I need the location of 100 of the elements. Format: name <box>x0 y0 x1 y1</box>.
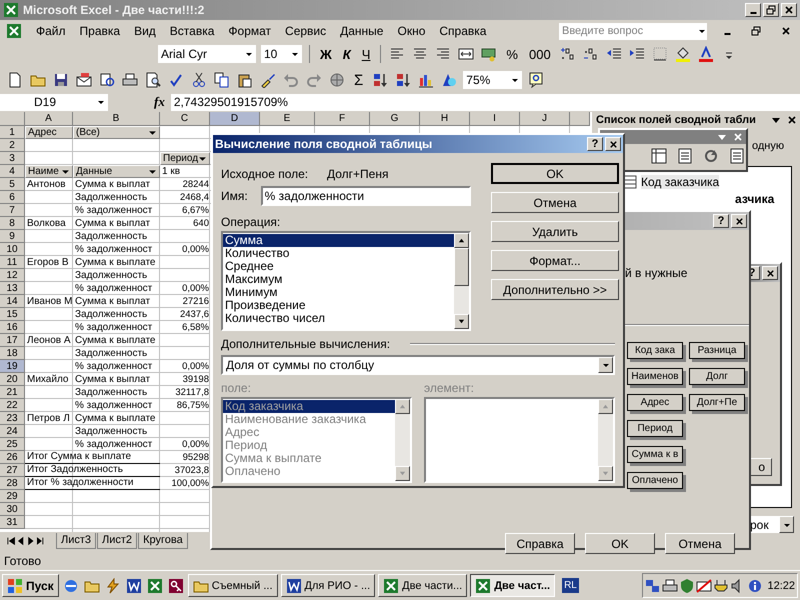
row-header[interactable]: 18 <box>0 347 25 360</box>
paste-icon[interactable] <box>237 72 253 88</box>
scissors-icon[interactable] <box>191 72 207 88</box>
row-header[interactable]: 14 <box>0 295 25 308</box>
autosum-button[interactable]: Σ <box>351 70 366 90</box>
scroll-down-button[interactable] <box>454 314 469 329</box>
dialog-button[interactable]: Формат... <box>491 250 619 271</box>
column-header[interactable]: B <box>73 112 160 126</box>
row-header[interactable]: 6 <box>0 191 25 204</box>
sheet-tab[interactable]: Лист3 <box>56 533 96 549</box>
drawing-icon[interactable] <box>441 72 458 88</box>
row-header[interactable]: 2 <box>0 139 25 152</box>
menu-item[interactable]: Окно <box>397 24 426 38</box>
field-button[interactable]: Сумма к в <box>627 446 683 463</box>
row-header[interactable]: 3 <box>0 152 25 165</box>
scroll-thumb[interactable] <box>454 248 469 286</box>
lightning-icon[interactable] <box>104 578 121 594</box>
globe-icon[interactable] <box>329 72 345 88</box>
list-item[interactable]: Максимум <box>223 273 454 286</box>
fill-color-icon[interactable] <box>674 46 691 62</box>
font-style-button[interactable]: Ж <box>317 44 335 64</box>
bar-chart-icon[interactable] <box>418 72 434 88</box>
taskbar-button[interactable]: Две части... <box>378 574 468 597</box>
column-header[interactable]: A <box>25 112 73 126</box>
minimize-icon[interactable] <box>724 33 731 35</box>
number-format-button[interactable]: % <box>503 44 521 64</box>
column-header[interactable]: F <box>315 112 370 126</box>
taskbar-button[interactable]: Съемный ... <box>188 574 278 597</box>
scroll-up-button[interactable] <box>395 399 410 414</box>
row-header[interactable]: 24 <box>0 425 25 438</box>
field-button[interactable]: Разница <box>689 342 745 359</box>
calculation-select[interactable]: Доля от суммы по столбцу <box>221 355 615 375</box>
decrease-decimal-icon[interactable] <box>582 46 599 62</box>
help-button[interactable]: ? <box>713 214 729 228</box>
menu-item[interactable]: Формат <box>228 24 272 38</box>
restore-icon[interactable] <box>751 26 761 36</box>
list-item[interactable]: Количество <box>223 247 454 260</box>
row-header[interactable]: 11 <box>0 256 25 269</box>
row-header[interactable]: 19 <box>0 360 25 373</box>
close-icon[interactable] <box>781 26 791 36</box>
row-header[interactable]: 22 <box>0 399 25 412</box>
row-header[interactable]: 7 <box>0 204 25 217</box>
restore-button[interactable] <box>763 3 779 17</box>
row-header[interactable]: 8 <box>0 217 25 230</box>
printer-icon[interactable] <box>662 578 678 594</box>
row-header[interactable]: 26 <box>0 451 25 464</box>
row-header[interactable]: 15 <box>0 308 25 321</box>
increase-decimal-icon[interactable] <box>560 46 576 62</box>
close-button[interactable] <box>781 3 797 17</box>
font-color-icon[interactable] <box>698 46 714 62</box>
menu-item[interactable]: Данные <box>340 24 384 38</box>
row-header[interactable]: 30 <box>0 503 25 516</box>
list-item[interactable]: Сумма <box>223 234 454 247</box>
field-item[interactable]: Код заказчика <box>641 174 720 188</box>
close-button[interactable] <box>762 266 778 280</box>
network-icon[interactable] <box>645 578 662 594</box>
font-style-button[interactable]: Ч <box>358 44 374 64</box>
language-indicator[interactable]: RL <box>562 578 579 593</box>
list-item[interactable]: Произведение <box>223 299 454 312</box>
column-header[interactable]: E <box>260 112 315 126</box>
dialog-button[interactable]: Отмена <box>491 192 619 213</box>
sort-descending-icon[interactable] <box>395 72 412 88</box>
row-header[interactable]: 12 <box>0 269 25 282</box>
select-all-button[interactable] <box>0 112 25 126</box>
brush-icon[interactable] <box>260 72 276 88</box>
row-header[interactable]: 4 <box>0 165 25 178</box>
scroll-down-button[interactable] <box>395 466 410 481</box>
dialog-button[interactable]: Отмена <box>665 533 735 554</box>
row-header[interactable]: 20 <box>0 373 25 386</box>
dialog-button[interactable]: OK <box>491 163 619 184</box>
column-header[interactable]: H <box>420 112 470 126</box>
envelope-icon[interactable] <box>696 578 712 594</box>
sort-ascending-icon[interactable] <box>372 72 388 88</box>
field-button[interactable]: Наименов <box>627 368 683 385</box>
number-format-button[interactable]: 000 <box>526 44 554 64</box>
new-document-icon[interactable] <box>7 72 23 88</box>
row-header[interactable]: 27 <box>0 464 25 477</box>
row-header[interactable]: 25 <box>0 438 25 451</box>
help-button[interactable]: ? <box>587 137 603 151</box>
field-button[interactable]: Оплачено <box>627 472 683 489</box>
key-icon[interactable] <box>168 578 184 594</box>
field-button[interactable]: Долг <box>689 368 745 385</box>
list-item[interactable]: Среднее <box>223 260 454 273</box>
dialog-button[interactable]: Дополнительно >> <box>491 279 619 300</box>
row-header[interactable]: 10 <box>0 243 25 256</box>
help-icon[interactable] <box>528 72 544 88</box>
close-icon[interactable] <box>787 115 797 125</box>
field-button[interactable]: Адрес <box>627 394 683 411</box>
menu-item[interactable]: Сервис <box>285 24 326 38</box>
dropdown-button[interactable] <box>779 516 794 533</box>
dropdown-arrow-icon[interactable] <box>245 50 253 58</box>
column-header[interactable]: G <box>370 112 420 126</box>
currency-icon[interactable] <box>481 46 498 62</box>
field-item[interactable]: азчика <box>735 192 774 206</box>
field-button[interactable]: Долг+Пе <box>689 394 745 411</box>
taskbar-button[interactable]: Две част... <box>470 574 556 597</box>
start-button[interactable]: Пуск <box>2 574 59 597</box>
field-settings-icon[interactable] <box>677 148 693 164</box>
row-header[interactable]: 16 <box>0 321 25 334</box>
menu-item[interactable]: Вставка <box>170 24 214 38</box>
